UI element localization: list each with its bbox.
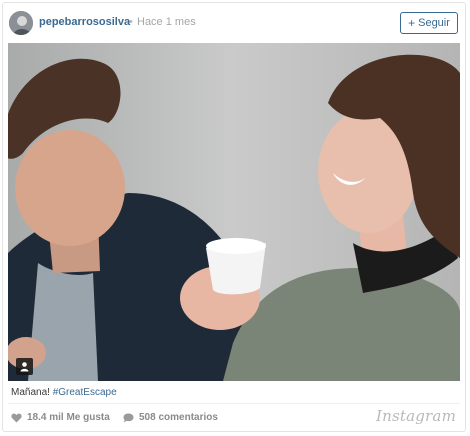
comments-label: 508 comentarios — [139, 412, 218, 423]
hashtag-link[interactable]: #GreatEscape — [53, 387, 117, 398]
plus-icon: + — [408, 16, 416, 30]
caption-text: Mañana! — [11, 387, 53, 398]
avatar[interactable] — [9, 11, 33, 35]
post-timestamp[interactable]: Hace 1 mes — [137, 16, 196, 28]
divider — [8, 403, 460, 404]
comments-count[interactable]: 508 comentarios — [123, 412, 218, 423]
username-link[interactable]: pepebarrososilva — [39, 16, 130, 28]
avatar-image — [9, 11, 33, 35]
heart-icon — [11, 413, 22, 423]
follow-button[interactable]: + Seguir — [400, 12, 458, 34]
comment-bubble-icon — [123, 412, 134, 422]
follow-label: Seguir — [418, 17, 450, 29]
post-footer: 18.4 mil Me gusta 508 comentarios Instag… — [3, 406, 465, 430]
person-icon — [20, 362, 29, 372]
user-tag-icon[interactable] — [16, 358, 33, 375]
post-photo[interactable] — [8, 43, 460, 381]
likes-label: 18.4 mil Me gusta — [27, 412, 110, 423]
instagram-embed-card: pepebarrososilva • Hace 1 mes + Seguir M… — [2, 2, 466, 432]
separator-dot: • — [129, 16, 133, 28]
post-header: pepebarrososilva • Hace 1 mes + Seguir — [3, 3, 465, 43]
post-caption: Mañana! #GreatEscape — [11, 387, 117, 398]
photo-image — [8, 43, 460, 381]
likes-count[interactable]: 18.4 mil Me gusta — [11, 412, 110, 423]
instagram-logo[interactable]: Instagram — [376, 407, 456, 425]
